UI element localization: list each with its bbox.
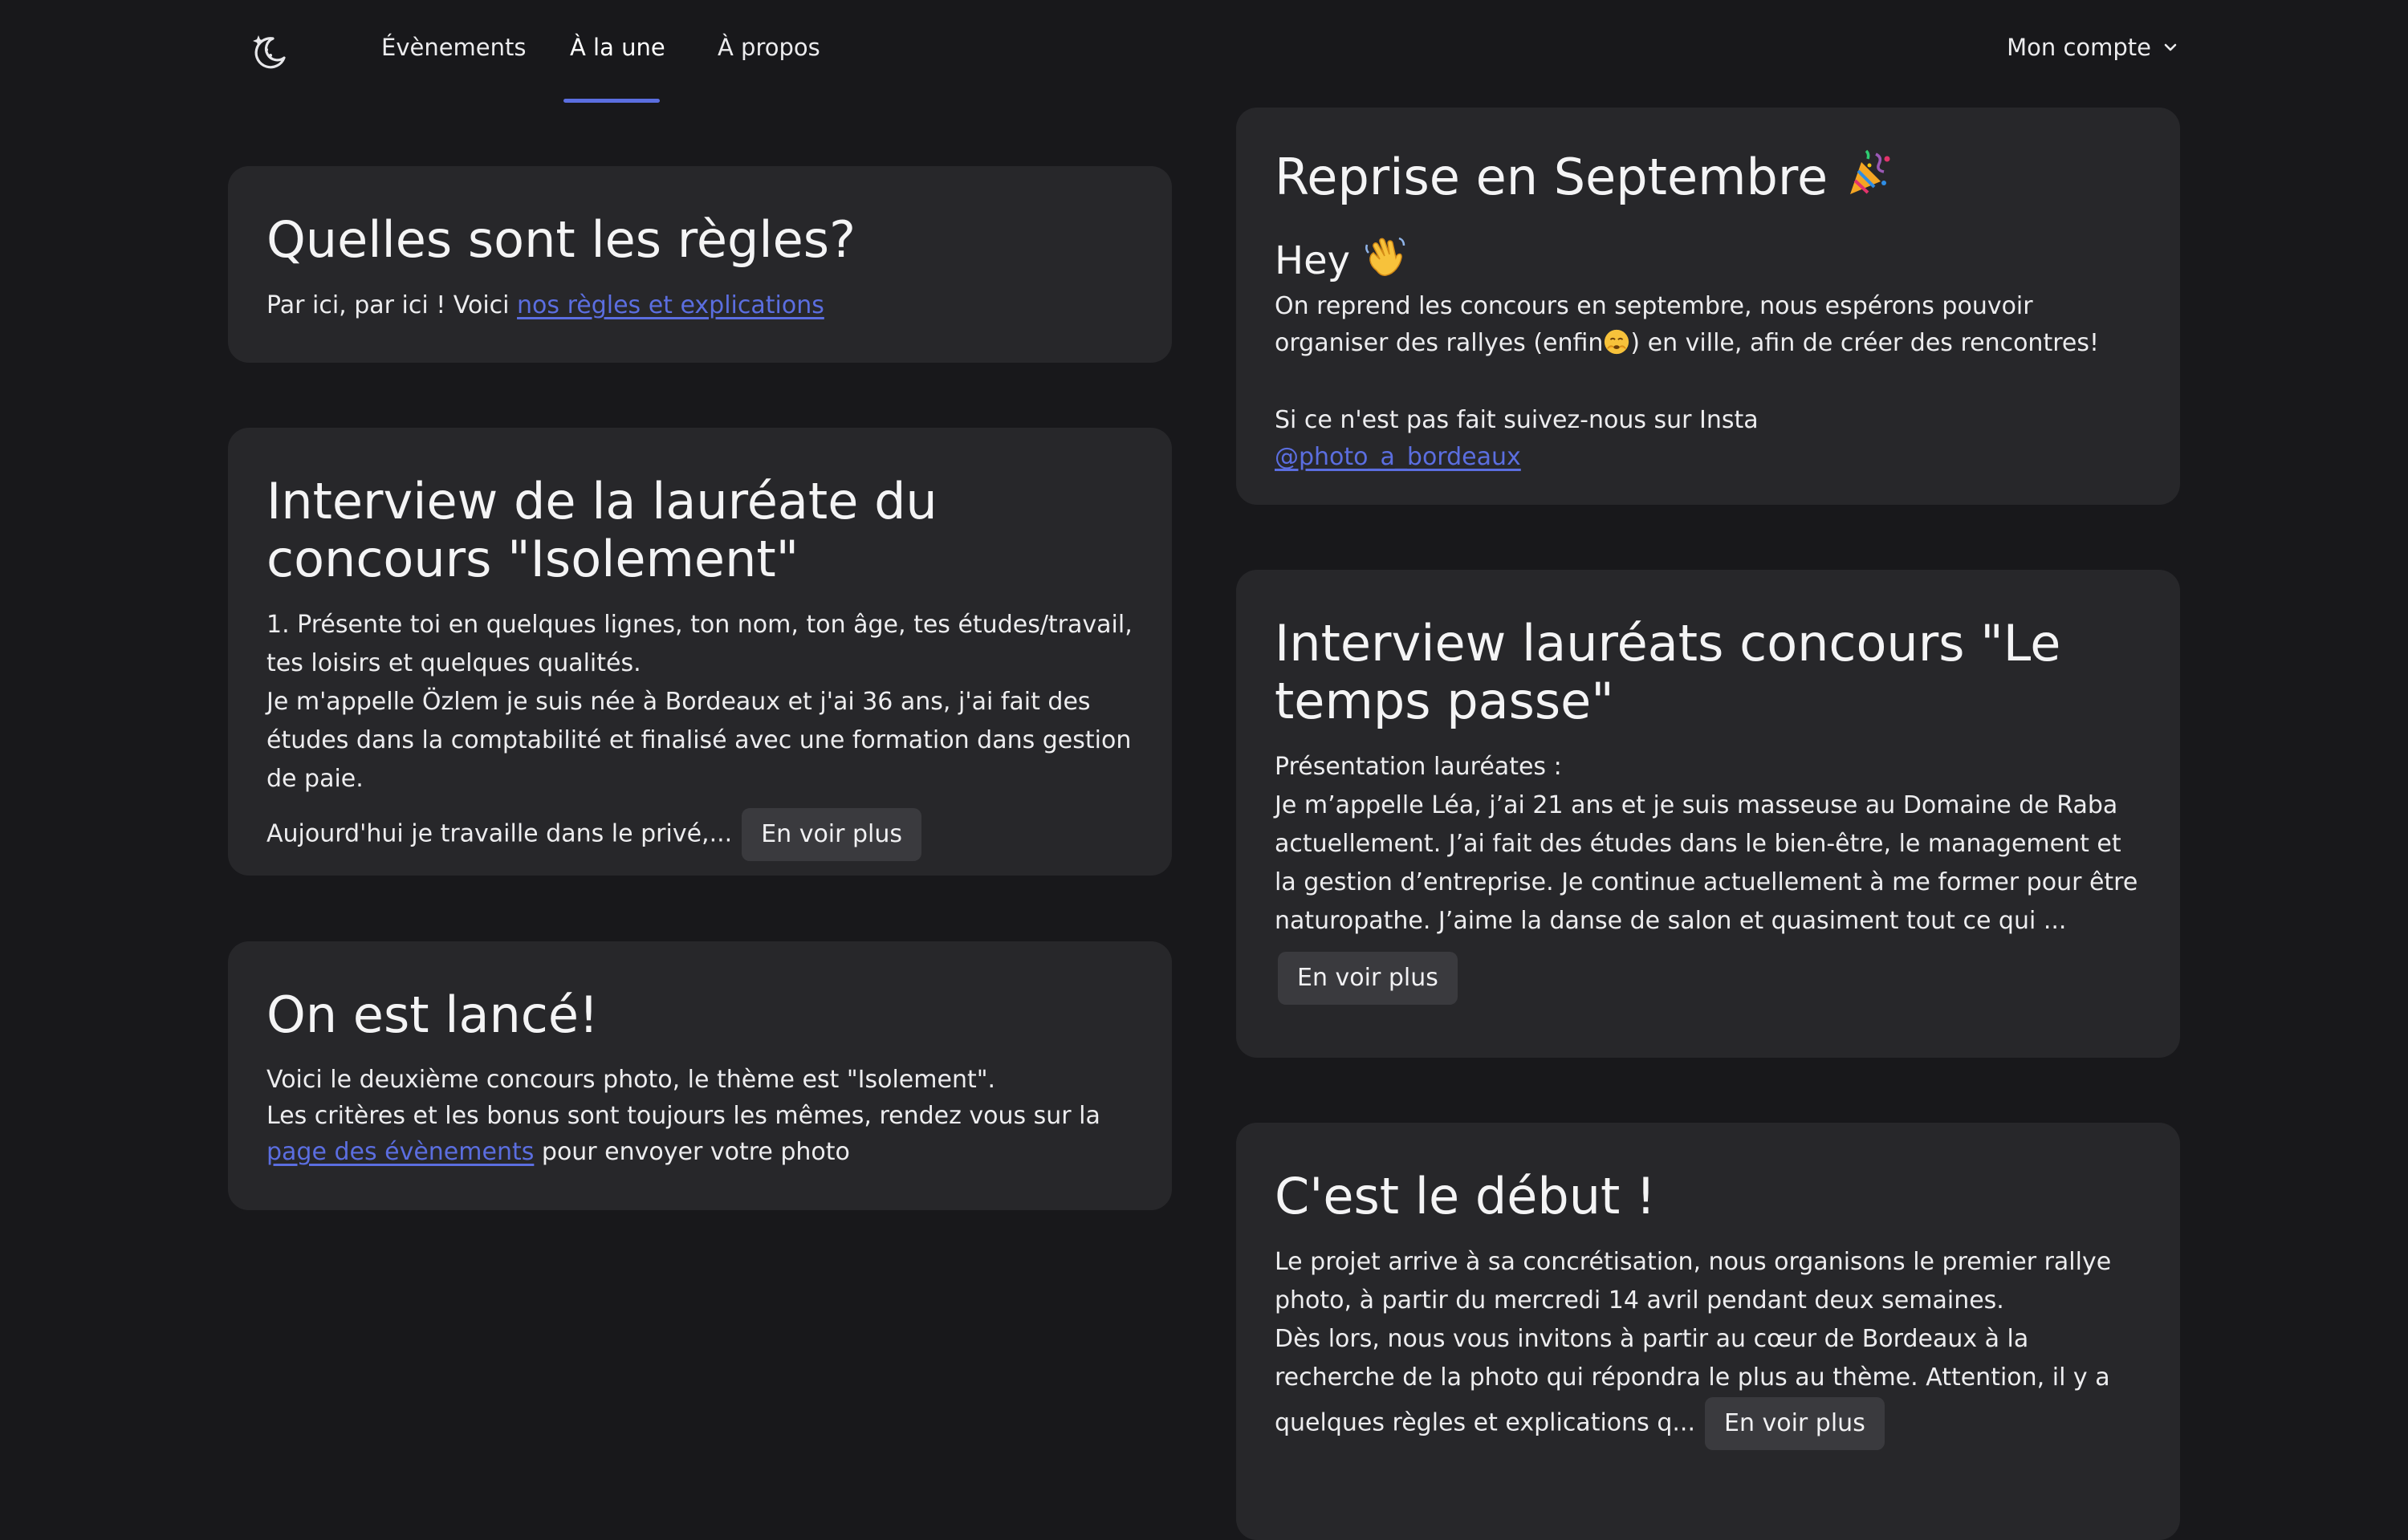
card-excerpt: Aujourd'hui je travaille dans le privé,.… bbox=[266, 819, 733, 848]
nav-a-propos[interactable]: À propos bbox=[718, 34, 820, 61]
account-menu[interactable]: Mon compte bbox=[2007, 34, 2178, 61]
card-interview-le-temps-passe: Interview lauréats concours "Le temps pa… bbox=[1236, 570, 2180, 1058]
events-page-link[interactable]: page des évènements bbox=[266, 1138, 534, 1166]
card-text: Si ce n'est pas fait suivez-nous sur Ins… bbox=[1275, 406, 1759, 434]
chevron-down-icon bbox=[2164, 43, 2177, 51]
card-title: Reprise en Septembre bbox=[1275, 148, 2142, 211]
card-text: Voici le deuxième concours photo, le thè… bbox=[266, 1066, 996, 1094]
card-text: Je m'appelle Özlem je suis née à Bordeau… bbox=[266, 688, 1132, 793]
card-text: Présentation lauréates : bbox=[1275, 753, 1562, 781]
card-text-span: Les critères et les bonus sont toujours … bbox=[266, 1102, 1100, 1130]
card-body: Le projet arrive à sa concrétisation, no… bbox=[1275, 1243, 2142, 1450]
card-body: On reprend les concours en septembre, no… bbox=[1275, 288, 2142, 476]
card-actions: En voir plus bbox=[1278, 952, 2142, 1005]
card-reprise-septembre: Reprise en Septembre Hey On reprend les … bbox=[1236, 108, 2180, 505]
card-text: Le projet arrive à sa concrétisation, no… bbox=[1275, 1248, 2112, 1314]
card-text-span: ) en ville, afin de créer des rencontres… bbox=[1630, 329, 2100, 357]
card-title: Interview de la lauréate du concours "Is… bbox=[266, 472, 938, 588]
card-text: Par ici, par ici ! Voici bbox=[266, 291, 518, 319]
card-text: Dès lors, nous vous invitons à partir au… bbox=[1275, 1320, 2142, 1450]
see-more-button[interactable]: En voir plus bbox=[1704, 1397, 1885, 1450]
card-body: Par ici, par ici ! Voici nos règles et e… bbox=[266, 286, 1133, 325]
card-interview-isolement: Interview de la lauréate du concours "Is… bbox=[228, 428, 1172, 876]
card-launched: On est lancé! Voici le deuxième concours… bbox=[228, 941, 1172, 1210]
card-body: Présentation lauréates : Je m’appelle Lé… bbox=[1275, 748, 2142, 1005]
card-title: Quelles sont les règles? bbox=[266, 210, 856, 269]
hey-text: Hey bbox=[1275, 238, 1351, 283]
active-tab-indicator bbox=[563, 99, 660, 103]
account-label: Mon compte bbox=[2007, 34, 2151, 61]
card-debut: C'est le début ! Le projet arrive à sa c… bbox=[1236, 1123, 2180, 1540]
party-popper-icon bbox=[1844, 148, 1895, 211]
card-title: On est lancé! bbox=[266, 985, 599, 1044]
card-body: Voici le deuxième concours photo, le thè… bbox=[266, 1062, 1133, 1170]
see-more-button[interactable]: En voir plus bbox=[1278, 952, 1458, 1005]
card-text: On reprend les concours en septembre, no… bbox=[1275, 288, 2142, 367]
card-text-span: pour envoyer votre photo bbox=[534, 1138, 850, 1166]
card-title-text: Reprise en Septembre bbox=[1275, 148, 1828, 206]
card-text: @photo_a_bordeaux bbox=[1275, 439, 2142, 476]
see-more-button[interactable]: En voir plus bbox=[742, 808, 922, 861]
blushing-face-icon bbox=[1603, 328, 1630, 367]
card-text: 1. Présente toi en quelques lignes, ton … bbox=[266, 611, 1133, 677]
card-excerpt: Dès lors, nous vous invitons à partir au… bbox=[1275, 1325, 2110, 1437]
top-navigation: Évènements À la une À propos Mon compte bbox=[0, 0, 2408, 104]
card-title: Interview lauréats concours "Le temps pa… bbox=[1275, 614, 2061, 730]
card-body: 1. Présente toi en quelques lignes, ton … bbox=[266, 606, 1133, 861]
instagram-link[interactable]: @photo_a_bordeaux bbox=[1275, 443, 1521, 471]
moon-stars-icon[interactable] bbox=[249, 30, 291, 72]
card-title: C'est le début ! bbox=[1275, 1167, 1656, 1225]
card-text: Les critères et les bonus sont toujours … bbox=[266, 1098, 1133, 1170]
card-rules: Quelles sont les règles? Par ici, par ic… bbox=[228, 166, 1172, 363]
card-text: Je m’appelle Léa, j’ai 21 ans et je suis… bbox=[1275, 791, 2138, 935]
nav-a-la-une[interactable]: À la une bbox=[570, 34, 665, 61]
card-text: Aujourd'hui je travaille dans le privé,.… bbox=[266, 808, 1133, 861]
rules-link[interactable]: nos règles et explications bbox=[517, 291, 824, 319]
waving-hand-icon bbox=[1362, 234, 1407, 288]
nav-evenements[interactable]: Évènements bbox=[381, 34, 527, 61]
card-subtitle: Hey bbox=[1275, 234, 2142, 288]
